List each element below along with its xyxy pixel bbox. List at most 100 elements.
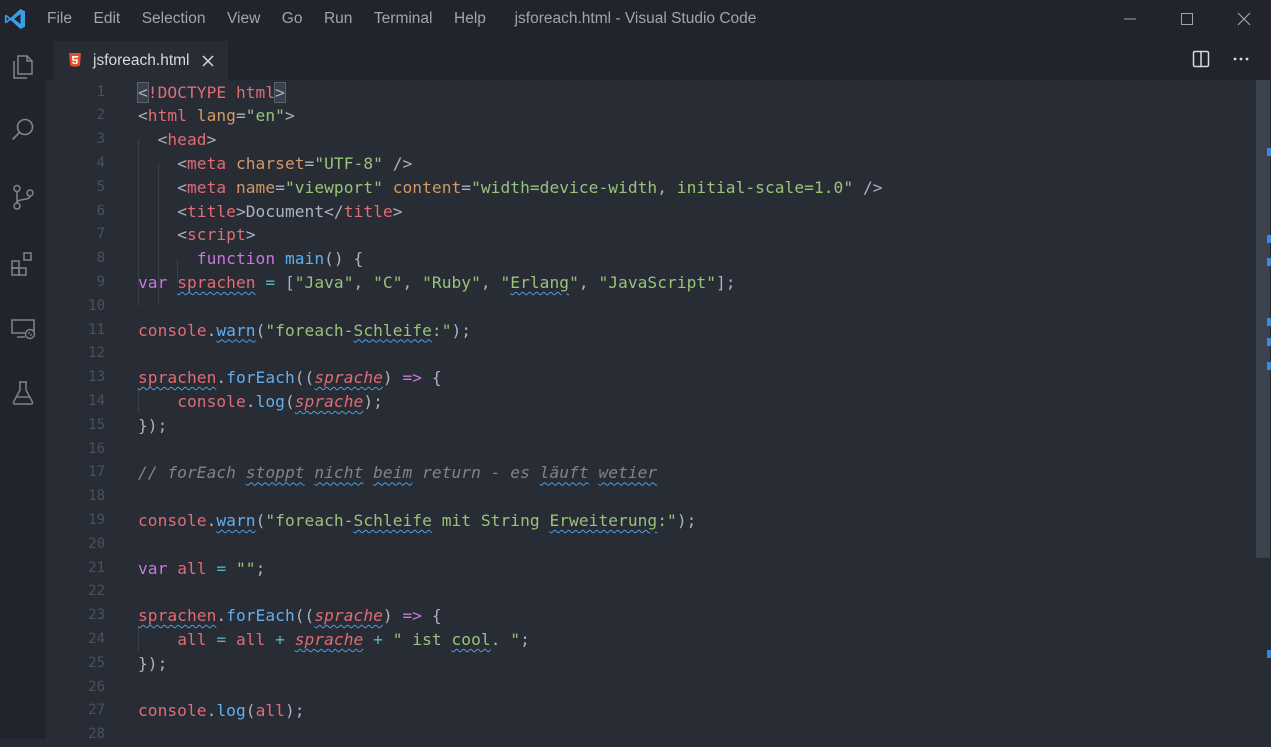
menu-run[interactable]: Run — [324, 10, 352, 28]
overview-ruler-mark — [1267, 235, 1271, 243]
code-line[interactable]: 7 <script> — [46, 223, 1246, 247]
overview-ruler-mark — [1267, 258, 1271, 266]
code-line[interactable]: 10 — [46, 295, 1246, 319]
code-token: warn — [216, 510, 256, 530]
close-icon[interactable] — [201, 54, 215, 68]
code-token: content — [392, 177, 462, 197]
split-editor-button[interactable] — [1189, 47, 1213, 71]
code-token: sprachen — [138, 606, 217, 626]
code-line[interactable]: 18 — [46, 485, 1246, 509]
code-token: , — [402, 272, 423, 292]
code-text: <meta name="viewport" content="width=dev… — [138, 176, 883, 200]
code-token: = — [216, 629, 227, 649]
code-editor[interactable]: 1 <!DOCTYPE html> 2 <html lang="en"> 3 <head… — [46, 80, 1271, 742]
minimize-button[interactable] — [1107, 0, 1153, 38]
line-number: 25 — [88, 654, 105, 671]
code-line[interactable]: 9 var sprachen = ["Java", "C", "Ruby", "E… — [46, 271, 1246, 295]
close-window-button[interactable] — [1221, 0, 1267, 38]
code-line[interactable]: 28 — [46, 723, 1246, 747]
line-number: 2 — [96, 107, 105, 124]
code-token: () { — [324, 249, 364, 269]
code-line[interactable]: 15}); — [46, 414, 1246, 438]
code-token: sprachen — [177, 272, 256, 292]
code-line[interactable]: 8 function main() { — [46, 247, 1246, 271]
line-number: 21 — [88, 559, 105, 576]
code-token: html — [235, 82, 276, 102]
code-line[interactable]: 12 — [46, 342, 1246, 366]
code-token: all — [255, 701, 285, 721]
code-line[interactable]: 27 console.log(all); — [46, 699, 1246, 723]
code-text: sprachen.forEach((sprache) => { — [138, 604, 442, 628]
code-token: "en" — [245, 106, 285, 126]
search-icon — [11, 118, 34, 141]
menu-go[interactable]: Go — [282, 10, 303, 28]
code-token: all — [177, 629, 207, 649]
code-line[interactable]: 21 var all = ""; — [46, 557, 1246, 581]
extensions-button[interactable] — [0, 241, 46, 287]
overview-ruler-mark — [1267, 148, 1271, 156]
code-line[interactable]: 26 — [46, 676, 1246, 700]
menu-edit[interactable]: Edit — [93, 10, 120, 28]
code-line[interactable]: 1 <!DOCTYPE html> — [46, 81, 1246, 105]
source-control-button[interactable] — [0, 174, 46, 220]
code-line[interactable]: 24 all = all + sprache + " ist cool. "; — [46, 628, 1246, 652]
line-number: 16 — [88, 440, 105, 457]
code-line[interactable]: 20 — [46, 533, 1246, 557]
code-token: cool — [451, 629, 491, 649]
menu-selection[interactable]: Selection — [142, 10, 206, 28]
code-token: main — [284, 249, 325, 269]
code-token: "foreach- — [265, 320, 354, 340]
code-token: sprache — [294, 391, 364, 411]
line-number: 7 — [96, 226, 105, 243]
explorer-button[interactable] — [0, 44, 46, 90]
code-line[interactable]: 17 // forEach stoppt nicht beim return - … — [46, 461, 1246, 485]
code-token: /> — [862, 177, 883, 197]
line-number: 8 — [96, 250, 105, 267]
code-token: Erweiterung — [549, 510, 658, 530]
menu-terminal[interactable]: Terminal — [374, 10, 433, 28]
code-line[interactable]: 2 <html lang="en"> — [46, 104, 1246, 128]
code-line[interactable]: 14 console.log(sprache); — [46, 390, 1246, 414]
menu-help[interactable]: Help — [454, 10, 486, 28]
more-actions-button[interactable] — [1229, 47, 1253, 71]
code-token: = — [216, 558, 227, 578]
tab-jsforeach-html[interactable]: jsforeach.html — [53, 41, 228, 80]
overview-ruler-mark — [1267, 650, 1271, 658]
code-line[interactable]: 13 sprachen.forEach((sprache) => { — [46, 366, 1246, 390]
code-line[interactable]: 22 — [46, 580, 1246, 604]
testing-button[interactable] — [0, 370, 46, 416]
code-line[interactable]: 11 console.warn("foreach-Schleife:"); — [46, 319, 1246, 343]
menu-file[interactable]: File — [47, 10, 72, 28]
code-line[interactable]: 25}); — [46, 652, 1246, 676]
code-text: <!DOCTYPE html> — [137, 81, 286, 105]
code-token: nicht — [314, 463, 364, 483]
code-token: forEach — [226, 368, 295, 388]
line-number: 13 — [88, 369, 105, 386]
code-line[interactable]: 23 sprachen.forEach((sprache) => { — [46, 604, 1246, 628]
menu-view[interactable]: View — [227, 10, 260, 28]
code-text: <head> — [138, 128, 217, 152]
vscode-logo-icon[interactable] — [3, 7, 27, 31]
code-line[interactable]: 6 <title>Document</title> — [46, 200, 1246, 224]
remote-explorer-button[interactable] — [0, 306, 46, 352]
search-button[interactable] — [0, 107, 46, 153]
code-token: mit String — [431, 510, 550, 530]
code-token: . — [245, 391, 256, 411]
code-line[interactable]: 3 <head> — [46, 128, 1246, 152]
code-line[interactable]: 19 console.warn("foreach-Schleife mit Str… — [46, 509, 1246, 533]
code-token: </ — [324, 201, 344, 221]
code-token: > — [206, 130, 217, 150]
line-number: 27 — [88, 702, 105, 719]
title-bar: File Edit Selection View Go Run Terminal… — [0, 0, 1271, 38]
code-line[interactable]: 5 <meta name="viewport" content="width=d… — [46, 176, 1246, 200]
code-line[interactable]: 16 — [46, 438, 1246, 462]
code-line[interactable]: 4 <meta charset="UTF-8" /> — [46, 152, 1246, 176]
maximize-button[interactable] — [1164, 0, 1210, 38]
